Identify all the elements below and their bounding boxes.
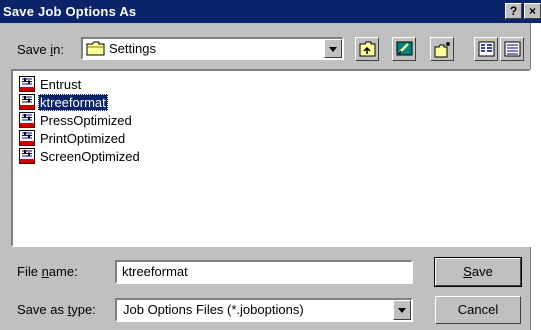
file-name: PressOptimized (40, 113, 132, 128)
close-button[interactable]: × (524, 3, 541, 19)
up-folder-icon (359, 41, 376, 57)
file-list[interactable]: Entrust ktreeformat PressOptimized Print… (11, 69, 531, 247)
save-as-type-value: Job Options Files (*.joboptions) (123, 302, 304, 317)
chevron-down-icon[interactable] (393, 300, 411, 320)
job-options-file-icon (19, 130, 35, 146)
job-options-file-icon (19, 76, 35, 92)
save-button[interactable]: Save (434, 257, 522, 287)
list-view-icon (478, 41, 495, 57)
file-name-input[interactable]: ktreeformat (115, 260, 413, 284)
save-in-combo[interactable]: Settings (81, 37, 344, 60)
desktop-button[interactable] (392, 37, 416, 61)
save-as-type-combo[interactable]: Job Options Files (*.joboptions) (115, 298, 413, 322)
file-name: PrintOptimized (40, 131, 126, 146)
save-in-label: Save in: (17, 42, 64, 57)
job-options-file-icon (19, 148, 35, 164)
chevron-down-icon[interactable] (324, 39, 342, 58)
title-bar[interactable]: Save Job Options As ? × (0, 0, 541, 23)
file-name-value: ktreeformat (122, 264, 188, 279)
cancel-button[interactable]: Cancel (435, 296, 521, 324)
file-name-label: File name: (17, 264, 78, 279)
up-one-level-button[interactable] (355, 37, 379, 61)
new-folder-icon (434, 42, 450, 58)
save-in-value: Settings (109, 41, 156, 56)
list-view-button[interactable] (474, 37, 498, 61)
job-options-file-icon (19, 112, 35, 128)
details-view-button[interactable] (500, 37, 524, 61)
file-name: Entrust (40, 77, 82, 92)
file-name: ScreenOptimized (40, 149, 140, 164)
create-new-folder-button[interactable] (430, 37, 454, 61)
help-button[interactable]: ? (505, 3, 522, 19)
details-view-icon (504, 41, 521, 57)
file-name: ktreeformat (38, 94, 108, 111)
dialog-title: Save Job Options As (3, 4, 137, 19)
desktop-icon (396, 41, 413, 56)
folder-icon (86, 41, 106, 59)
save-dialog: Save Job Options As ? × Save in: Setting… (0, 0, 541, 330)
job-options-file-icon (19, 94, 35, 110)
save-as-type-label: Save as type: (17, 302, 96, 317)
